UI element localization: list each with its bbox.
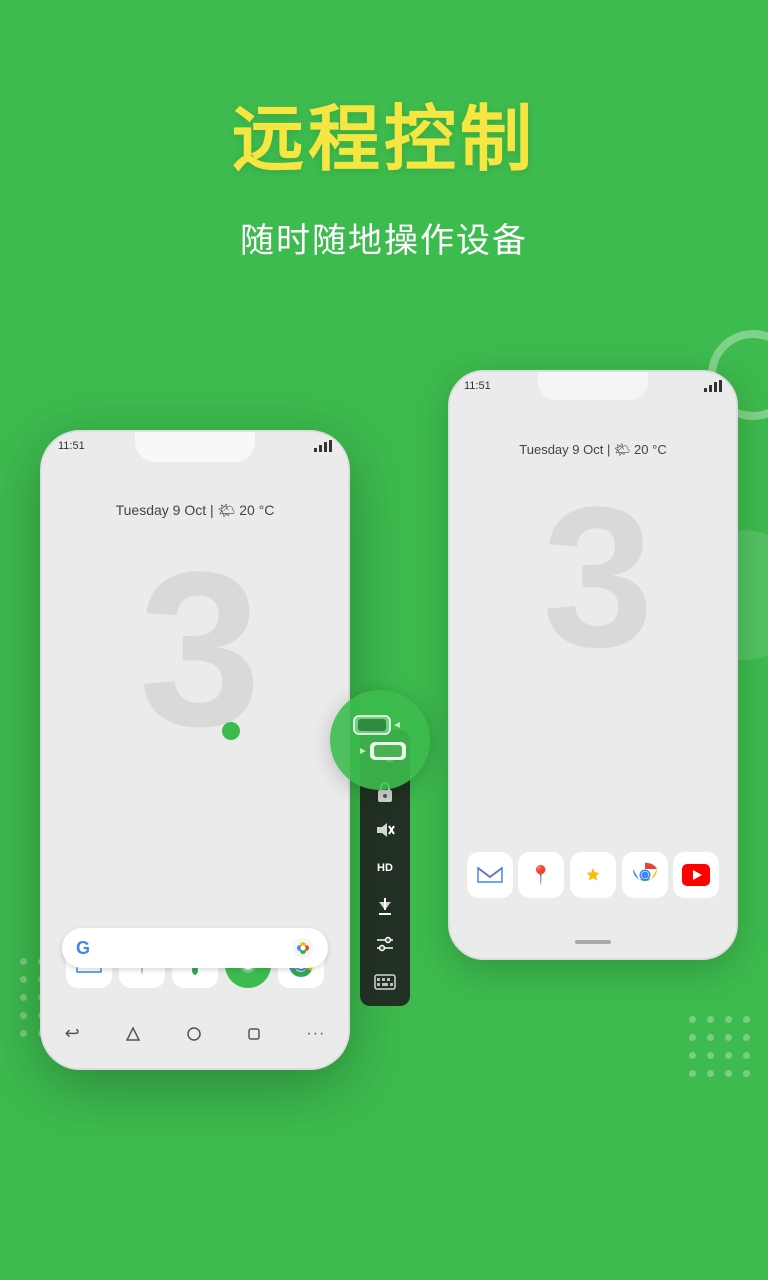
phones-container: 11:51 Tuesday 9 Oct | 🌤 20 °C 3 xyxy=(0,340,768,1240)
front-phone-nav: ↩ ··· xyxy=(42,1015,348,1052)
toolbar-keyboard[interactable] xyxy=(365,964,405,1000)
main-title: 远程控制 xyxy=(0,80,768,185)
back-phone-bottom-icons: 📍 xyxy=(450,852,736,898)
nav-back[interactable]: ↩ xyxy=(65,1023,80,1044)
toolbar-mute[interactable] xyxy=(365,812,405,848)
google-assistant-icon xyxy=(292,937,314,959)
toolbar-hd[interactable]: HD xyxy=(365,850,405,886)
transfer-icon-circle[interactable] xyxy=(330,690,430,790)
front-phone-signal xyxy=(314,440,332,452)
nav-recents[interactable] xyxy=(247,1027,261,1041)
svg-text:📍: 📍 xyxy=(530,864,552,885)
back-phone-nav xyxy=(450,940,736,944)
nav-home[interactable] xyxy=(125,1026,141,1042)
back-phone-date: Tuesday 9 Oct | 🌤 20 °C xyxy=(519,442,666,458)
sub-title: 随时随地操作设备 xyxy=(0,213,768,262)
green-dot xyxy=(222,722,240,740)
page-background: 远程控制 随时随地操作设备 11:51 Tuesday 9 Oct | 🌤 xyxy=(0,0,768,1280)
back-phone-signal xyxy=(704,380,722,392)
nav-circle[interactable] xyxy=(186,1026,202,1042)
front-phone-status-bar: 11:51 xyxy=(58,440,332,452)
back-photos-icon[interactable] xyxy=(570,852,616,898)
google-search-bar[interactable]: G xyxy=(62,928,328,968)
nav-more[interactable]: ··· xyxy=(306,1025,325,1043)
front-phone-time: 11:51 xyxy=(58,440,85,452)
google-g-logo: G xyxy=(76,938,90,959)
back-phone-status-bar: 11:51 xyxy=(464,380,722,392)
toolbar-settings[interactable] xyxy=(365,926,405,962)
back-phone-time: 11:51 xyxy=(464,380,491,392)
phone-back: 11:51 Tuesday 9 Oct | 🌤 20 °C 3 xyxy=(448,370,738,960)
title-section: 远程控制 随时随地操作设备 xyxy=(0,0,768,262)
back-youtube-icon[interactable] xyxy=(673,852,719,898)
back-phone-number: 3 xyxy=(542,478,643,678)
back-chrome-icon[interactable] xyxy=(622,852,668,898)
back-gmail-icon[interactable] xyxy=(467,852,513,898)
phone-front: 11:51 Tuesday 9 Oct | 🌤 20 °C 3 xyxy=(40,430,350,1070)
toolbar-stream[interactable] xyxy=(365,888,405,924)
back-maps-icon[interactable]: 📍 xyxy=(518,852,564,898)
front-phone-date: Tuesday 9 Oct | 🌤 20 °C xyxy=(116,502,275,519)
transfer-inner xyxy=(350,714,410,766)
